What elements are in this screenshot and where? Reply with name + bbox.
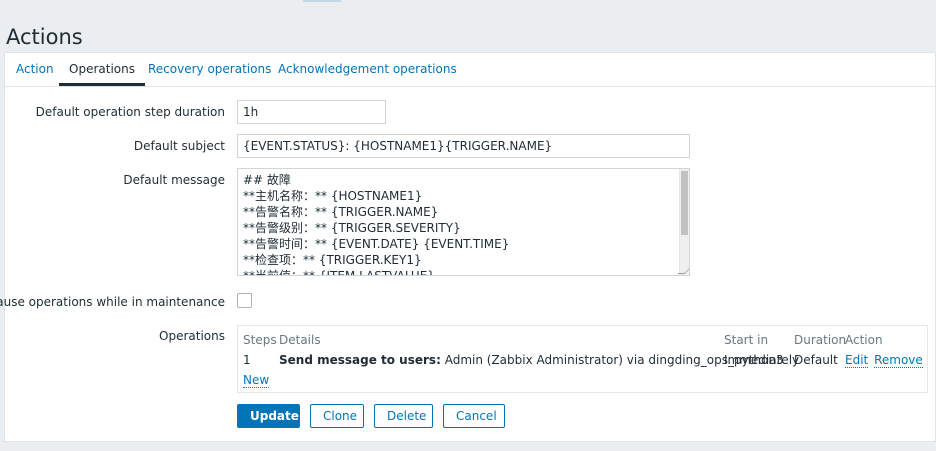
step-duration-label: Default operation step duration xyxy=(35,105,225,119)
operations-label: Operations xyxy=(159,329,225,343)
operations-table: Steps Details Start in Duration Action 1… xyxy=(237,325,928,393)
delete-button[interactable]: Delete xyxy=(374,404,433,428)
message-scrollbar[interactable] xyxy=(679,169,689,275)
action-form-panel: Action Operations Recovery operations Ac… xyxy=(0,52,936,442)
default-subject-input[interactable]: {EVENT.STATUS}: {HOSTNAME1}{TRIGGER.NAME… xyxy=(237,134,690,158)
row-steps: 1 xyxy=(243,353,251,367)
row-actions: Edit Remove xyxy=(845,353,923,368)
col-header-steps: Steps xyxy=(243,333,277,347)
default-subject-label: Default subject xyxy=(133,139,225,153)
message-line: ## 故障 xyxy=(243,173,291,187)
row-start-in: Immediately xyxy=(724,353,800,367)
row-duration: Default xyxy=(794,353,838,367)
pause-maintenance-label: Pause operations while in maintenance xyxy=(0,295,225,309)
tab-recovery-operations[interactable]: Recovery operations xyxy=(138,53,281,86)
message-line: **当前值：** {ITEM.LASTVALUE} xyxy=(243,269,435,276)
top-accent-line xyxy=(303,0,341,2)
pause-maintenance-checkbox[interactable] xyxy=(237,293,252,308)
tab-action[interactable]: Action xyxy=(6,53,64,86)
update-button[interactable]: Update xyxy=(237,404,300,428)
default-message-textarea[interactable]: ## 故障 **主机名称：** {HOSTNAME1} **告警名称：** {T… xyxy=(237,168,690,276)
step-duration-input[interactable]: 1h xyxy=(237,100,386,124)
new-operation-cell: New xyxy=(243,373,270,388)
tab-operations[interactable]: Operations xyxy=(59,53,145,86)
message-line: **检查项：** {TRIGGER.KEY1} xyxy=(243,253,422,267)
message-line: **告警名称：** {TRIGGER.NAME} xyxy=(243,205,439,219)
row-details: Send message to users: Admin (Zabbix Adm… xyxy=(279,353,784,367)
scrollbar-thumb[interactable] xyxy=(681,171,688,235)
col-header-start-in: Start in xyxy=(724,333,769,347)
clone-button[interactable]: Clone xyxy=(310,404,364,428)
col-header-details: Details xyxy=(279,333,321,347)
col-header-duration: Duration xyxy=(794,333,847,347)
col-header-action: Action xyxy=(845,333,883,347)
row-details-bold: Send message to users: xyxy=(279,353,441,367)
cancel-button[interactable]: Cancel xyxy=(443,404,505,428)
tab-acknowledgement-operations[interactable]: Acknowledgement operations xyxy=(268,53,467,86)
remove-operation-link[interactable]: Remove xyxy=(874,353,923,368)
message-line: **主机名称：** {HOSTNAME1} xyxy=(243,189,423,203)
default-message-label: Default message xyxy=(123,173,225,187)
message-line: **告警时间：** {EVENT.DATE} {EVENT.TIME} xyxy=(243,237,510,251)
message-line: **告警级别：** {TRIGGER.SEVERITY} xyxy=(243,221,461,235)
tab-bar: Action Operations Recovery operations Ac… xyxy=(5,53,935,87)
page-title: Actions xyxy=(6,25,83,50)
edit-operation-link[interactable]: Edit xyxy=(845,353,869,368)
new-operation-link[interactable]: New xyxy=(243,373,270,388)
